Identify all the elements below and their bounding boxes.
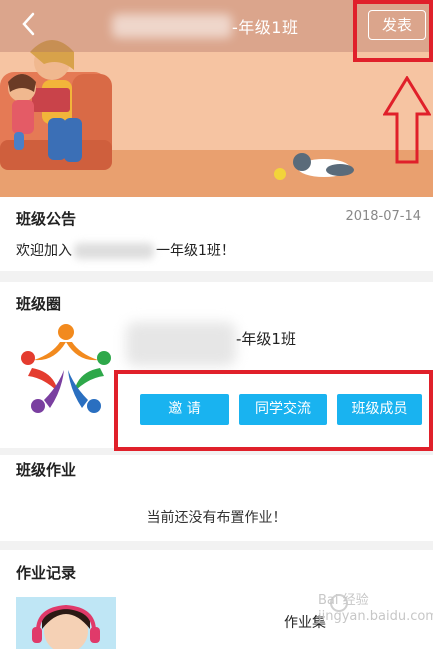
watermark-line2: jingyan.baidu.com bbox=[318, 609, 433, 624]
page-title: -年级1班 bbox=[232, 18, 299, 37]
notice-text-suffix: 一年级1班！ bbox=[156, 243, 235, 259]
notice-heading: 班级公告 bbox=[16, 210, 77, 228]
record-thumbnail[interactable] bbox=[16, 597, 116, 649]
highlight-box-post bbox=[353, 0, 433, 62]
chevron-left-icon bbox=[22, 12, 35, 36]
redacted-school-name bbox=[112, 14, 232, 38]
homework-records-section: 作业记录 作业集 Bai 经验 jingyan.baidu.com bbox=[0, 550, 433, 649]
notice-text-prefix: 欢迎加入 bbox=[16, 243, 72, 259]
up-arrow-annotation bbox=[383, 76, 431, 164]
class-circle-logo[interactable] bbox=[14, 320, 118, 420]
records-heading: 作业记录 bbox=[16, 564, 77, 582]
class-circle-section: 班级圈 -年级1班 邀 请 同学交流 班级成员 bbox=[0, 282, 433, 451]
notice-date: 2018-07-14 bbox=[345, 209, 421, 224]
circle-heading: 班级圈 bbox=[16, 295, 62, 313]
back-button[interactable] bbox=[18, 10, 48, 40]
homework-heading: 班级作业 bbox=[16, 461, 77, 479]
circle-name: -年级1班 bbox=[236, 330, 296, 348]
redacted-school-name bbox=[74, 243, 154, 259]
girl-with-headphones-illustration bbox=[16, 597, 116, 649]
watermark: Bai 经验 jingyan.baidu.com bbox=[318, 593, 433, 625]
highlight-box-actions bbox=[114, 370, 433, 451]
class-homework-section: 班级作业 当前还没有布置作业！ bbox=[0, 455, 433, 541]
notice-text[interactable]: 欢迎加入 一年级1班！ bbox=[16, 240, 235, 260]
class-notice-section: 班级公告 2018-07-14 欢迎加入 一年级1班！ bbox=[0, 197, 433, 271]
watermark-line1: Bai 经验 bbox=[318, 593, 369, 608]
redacted-school-name bbox=[126, 322, 236, 366]
homework-empty-text: 当前还没有布置作业！ bbox=[146, 510, 287, 526]
